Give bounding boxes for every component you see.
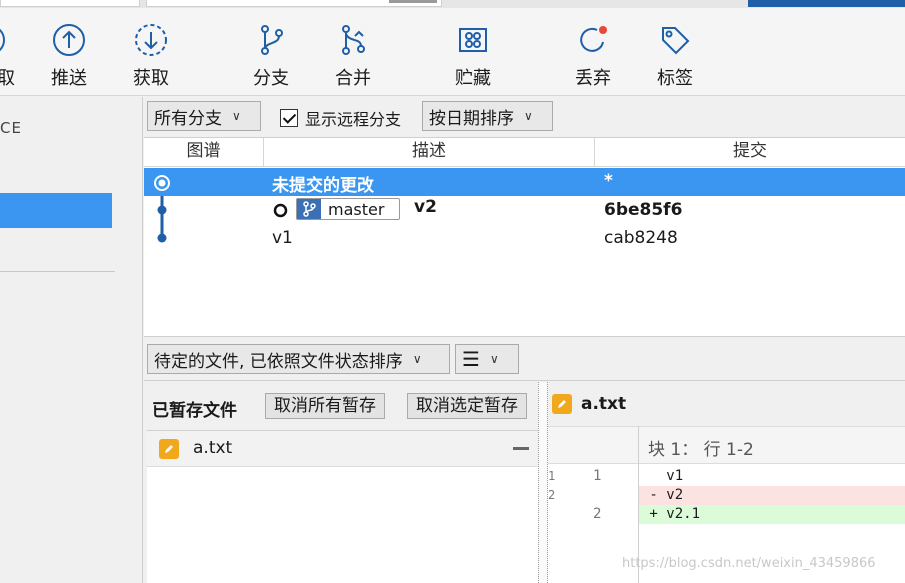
commit-history-table: 图谱 描述 提交 未提交的更改 * master v2 6be85f6 v1 c… [144, 137, 905, 337]
file-name: a.txt [193, 438, 233, 458]
commit-hash: cab8248 [604, 228, 678, 248]
commit-hash: * [604, 171, 613, 191]
unstage-file-icon[interactable] [513, 447, 529, 450]
tag-icon [662, 27, 690, 55]
pull-button[interactable]: 取 [0, 8, 18, 96]
column-header-graph[interactable]: 图谱 [144, 138, 264, 167]
unstage-all-button[interactable]: 取消所有暂存 [265, 393, 385, 419]
file-sort-select[interactable]: 待定的文件, 已依照文件状态排序 ∨ [147, 344, 450, 374]
staged-file-list: a.txt [147, 430, 538, 583]
fetch-icon [135, 24, 167, 56]
column-header-commit[interactable]: 提交 [595, 138, 905, 167]
modified-file-icon [552, 394, 572, 414]
window-tab-active[interactable] [146, 0, 442, 7]
modified-file-icon [159, 439, 179, 459]
push-icon [53, 24, 85, 56]
panel-splitter[interactable] [538, 382, 548, 583]
head-marker-icon [273, 203, 288, 218]
table-row[interactable]: v1 cab8248 [144, 225, 905, 253]
file-status-bar: 待定的文件, 已依照文件状态排序 ∨ ☰ ∨ [144, 339, 905, 381]
table-row[interactable]: master v2 6be85f6 [144, 196, 905, 224]
watermark: https://blog.csdn.net/weixin_43459866 [622, 556, 876, 571]
uncommitted-node-icon [154, 175, 170, 191]
list-icon: ☰ [462, 347, 480, 371]
window-tab-strip [0, 0, 905, 8]
tab-close-area[interactable] [389, 0, 437, 3]
commit-filter-bar: 所有分支 ∨ 显示远程分支 按日期排序 ∨ [144, 97, 905, 137]
main-toolbar: 取 推送 获取 分支 合并 贮藏 丢弃 标签 [0, 8, 905, 96]
commit-description: v1 [272, 228, 293, 248]
unstage-selected-button[interactable]: 取消选定暂存 [407, 393, 527, 419]
diff-line-removed: 2 - v2 [548, 486, 905, 505]
show-remote-branches-checkbox[interactable]: 显示远程分支 [280, 106, 401, 130]
table-row[interactable]: 未提交的更改 * [144, 168, 905, 196]
sidebar: CE [0, 97, 143, 583]
diff-panel: a.txt 块 1： 行 1-2 1 1 v1 2 - v2 2 + v2.1 … [548, 382, 905, 583]
sidebar-divider [0, 271, 115, 272]
branch-filter-select[interactable]: 所有分支 ∨ [147, 101, 261, 131]
workspace-label: CE [0, 119, 22, 137]
branch-button[interactable]: 分支 [248, 8, 294, 96]
stash-button[interactable]: 贮藏 [450, 8, 496, 96]
staged-files-panel: 已暂存文件 取消所有暂存 取消选定暂存 a.txt [144, 382, 538, 583]
sort-order-select[interactable]: 按日期排序 ∨ [422, 101, 553, 131]
chevron-down-icon: ∨ [232, 109, 241, 123]
sidebar-item-selected[interactable] [0, 193, 112, 228]
diff-line: 1 1 v1 [548, 468, 684, 484]
stash-icon [459, 28, 487, 52]
branch-icon [261, 25, 283, 55]
list-item[interactable]: a.txt [147, 431, 538, 467]
window-tab[interactable] [0, 0, 140, 7]
diff-file-name: a.txt [581, 394, 627, 414]
chevron-down-icon: ∨ [489, 352, 499, 366]
fetch-button[interactable]: 获取 [128, 8, 174, 96]
chevron-down-icon: ∨ [412, 352, 422, 366]
merge-button[interactable]: 合并 [330, 8, 376, 96]
column-header-description[interactable]: 描述 [264, 138, 595, 167]
view-mode-select[interactable]: ☰ ∨ [455, 344, 519, 374]
branch-label-master[interactable]: master [296, 198, 400, 220]
discard-button[interactable]: 丢弃 [570, 8, 616, 96]
commit-description: v2 [414, 197, 437, 217]
staged-files-title: 已暂存文件 [152, 401, 237, 421]
branch-icon [297, 199, 321, 219]
tag-button[interactable]: 标签 [652, 8, 698, 96]
commit-description: 未提交的更改 [272, 176, 374, 196]
merge-icon [342, 25, 365, 55]
hunk-header: 块 1： 行 1-2 [548, 426, 905, 464]
push-button[interactable]: 推送 [46, 8, 92, 96]
commit-hash: 6be85f6 [604, 200, 683, 220]
diff-line-added: 2 + v2.1 [548, 505, 905, 524]
chevron-down-icon: ∨ [524, 109, 533, 123]
diff-file-header: a.txt [548, 382, 905, 426]
pull-icon [0, 28, 5, 52]
checkbox-checked-icon [280, 109, 298, 127]
discard-icon [580, 26, 607, 52]
window-title-bar [748, 0, 905, 7]
